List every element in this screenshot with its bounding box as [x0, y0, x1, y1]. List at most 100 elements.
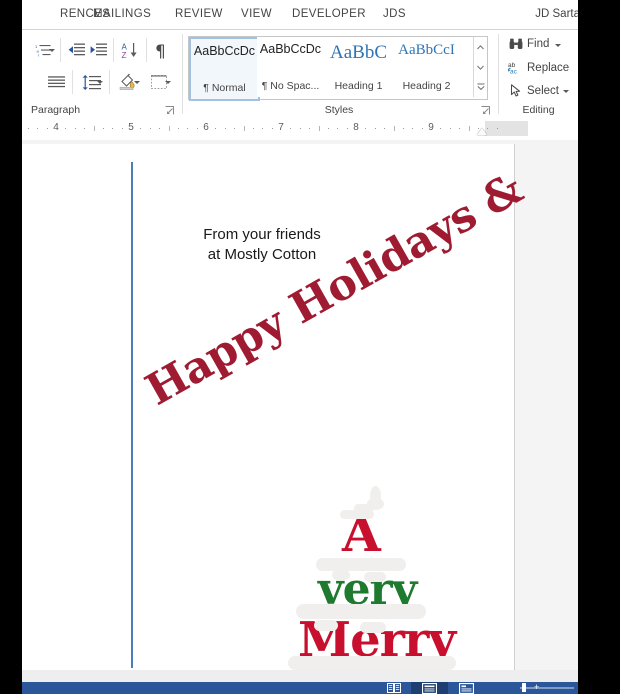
- tab-jds[interactable]: JDS: [383, 8, 406, 20]
- horizontal-ruler[interactable]: 4 5 6 7 8 9: [25, 121, 528, 136]
- styles-gallery-scrollbar[interactable]: [473, 37, 487, 97]
- ruler-tick: [421, 128, 423, 129]
- word-window: RENCES MAILINGS REVIEW VIEW DEVELOPER JD…: [22, 0, 578, 694]
- ruler-tick: [234, 128, 236, 129]
- ruler-tick: [65, 128, 67, 129]
- zoom-slider[interactable]: [520, 687, 574, 689]
- right-indent-marker[interactable]: [477, 128, 487, 135]
- chevron-down-icon: [165, 81, 171, 84]
- snow-cap-4: [332, 570, 350, 580]
- replace-button[interactable]: ab ac Replace: [507, 61, 569, 74]
- ruler-tick: [374, 128, 376, 129]
- style-label: Heading 2: [402, 80, 451, 92]
- text-box-left-border[interactable]: [131, 162, 133, 668]
- increase-indent-button[interactable]: [88, 40, 108, 60]
- ruler-tick: [290, 128, 292, 129]
- christmas-tree-image[interactable]: A very Merry Christmas: [288, 482, 524, 694]
- find-button[interactable]: Find: [507, 38, 562, 50]
- zoom-in-button[interactable]: +: [534, 683, 539, 692]
- status-bar: +: [22, 682, 578, 694]
- svg-text:ac: ac: [510, 69, 518, 75]
- ruler-tick: [496, 128, 498, 129]
- borders-button[interactable]: [146, 72, 172, 92]
- justify-button[interactable]: [44, 72, 68, 92]
- greeting-text[interactable]: From your friends at Mostly Cotton: [182, 225, 342, 266]
- greeting-line-2: at Mostly Cotton: [207, 246, 317, 264]
- chevron-down-icon: [134, 81, 140, 84]
- multilevel-list-button[interactable]: 1 a i: [30, 40, 56, 60]
- ruler-tick: [196, 128, 198, 129]
- snow-cap-9: [288, 656, 456, 670]
- snow-cap-7: [314, 620, 338, 631]
- ruler-tick: [346, 128, 348, 129]
- account-name[interactable]: JD Sarta: [535, 8, 578, 20]
- ruler-tick: [224, 128, 226, 129]
- ruler-tick: [327, 128, 329, 129]
- ruler-tick: [309, 128, 311, 129]
- wordart-happy-holidays[interactable]: Happy Holidays &: [138, 164, 531, 416]
- ruler-margin-right: [485, 121, 528, 136]
- styles-dialog-launcher[interactable]: [481, 106, 490, 115]
- tab-review[interactable]: REVIEW: [175, 8, 223, 20]
- ruler-tick: [393, 126, 395, 131]
- snow-cap-2: [354, 504, 374, 512]
- group-label-editing: Editing: [522, 104, 555, 116]
- snow-cap-5: [364, 572, 386, 582]
- ruler-tick: [252, 128, 254, 129]
- svg-text:i: i: [38, 53, 39, 58]
- gallery-more-icon[interactable]: [474, 77, 487, 97]
- decrease-indent-button[interactable]: [66, 40, 86, 60]
- ruler-tick: [102, 128, 104, 129]
- styles-gallery[interactable]: AaBbCcDc ¶ Normal AaBbCcDc ¶ No Spac... …: [188, 36, 488, 101]
- group-label-paragraph: Paragraph: [31, 104, 81, 116]
- ruler-tick: [318, 126, 320, 131]
- ribbon-group-paragraph: 1 a i A Z ¶ Paragraph: [22, 30, 182, 118]
- shading-button[interactable]: [115, 72, 141, 92]
- ruler-number: 4: [53, 122, 59, 133]
- style-label: ¶ Normal: [203, 82, 246, 94]
- ruler-tick: [159, 128, 161, 129]
- gallery-scroll-up-icon[interactable]: [474, 37, 487, 57]
- ruler-tick: [449, 128, 451, 129]
- print-layout-button[interactable]: [411, 682, 448, 694]
- gallery-scroll-down-icon[interactable]: [474, 57, 487, 77]
- chevron-down-icon: [49, 49, 55, 52]
- web-layout-button[interactable]: [448, 682, 485, 694]
- ruler-tick: [149, 128, 151, 129]
- zoom-slider-knob[interactable]: [522, 683, 526, 692]
- ruler-tick: [412, 128, 414, 129]
- ruler-tick: [168, 126, 170, 131]
- style-item-normal[interactable]: AaBbCcDc ¶ Normal: [189, 37, 260, 101]
- snow-cap-6: [296, 604, 426, 619]
- style-preview: AaBbC: [330, 42, 387, 63]
- line-spacing-button[interactable]: [78, 72, 104, 92]
- ruler-tick: [187, 128, 189, 129]
- below-page-strip: [22, 670, 578, 682]
- document-canvas[interactable]: From your friends at Mostly Cotton Happy…: [22, 140, 578, 694]
- style-preview: AaBbCcDc: [259, 42, 322, 56]
- chevron-down-icon: [97, 81, 103, 84]
- style-item-heading-2[interactable]: AaBbCcI Heading 2: [393, 37, 460, 97]
- ruler-tick: [262, 128, 264, 129]
- show-formatting-marks-button[interactable]: ¶: [151, 39, 171, 61]
- document-page[interactable]: From your friends at Mostly Cotton Happy…: [22, 144, 531, 694]
- tab-developer[interactable]: DEVELOPER: [292, 8, 366, 20]
- binoculars-icon: [507, 38, 524, 50]
- replace-icon: ab ac: [507, 61, 524, 74]
- select-button[interactable]: Select: [507, 84, 569, 97]
- paragraph-dialog-launcher[interactable]: [165, 106, 174, 115]
- tab-mailings[interactable]: MAILINGS: [93, 8, 151, 20]
- ruler-tick: [112, 128, 114, 129]
- ruler-tick: [84, 128, 86, 129]
- sort-button[interactable]: A Z: [119, 39, 141, 61]
- style-item-no-spacing[interactable]: AaBbCcDc ¶ No Spac...: [257, 37, 324, 97]
- ruler-tick: [365, 128, 367, 129]
- style-item-heading-1[interactable]: AaBbC Heading 1: [325, 37, 392, 97]
- ruler-number: 8: [353, 122, 359, 133]
- read-mode-button[interactable]: [377, 682, 411, 694]
- ruler-tick: [37, 128, 39, 129]
- replace-label: Replace: [527, 61, 570, 74]
- tab-view[interactable]: VIEW: [241, 8, 272, 20]
- screenshot-root: RENCES MAILINGS REVIEW VIEW DEVELOPER JD…: [0, 0, 620, 694]
- ruler-tick: [215, 128, 217, 129]
